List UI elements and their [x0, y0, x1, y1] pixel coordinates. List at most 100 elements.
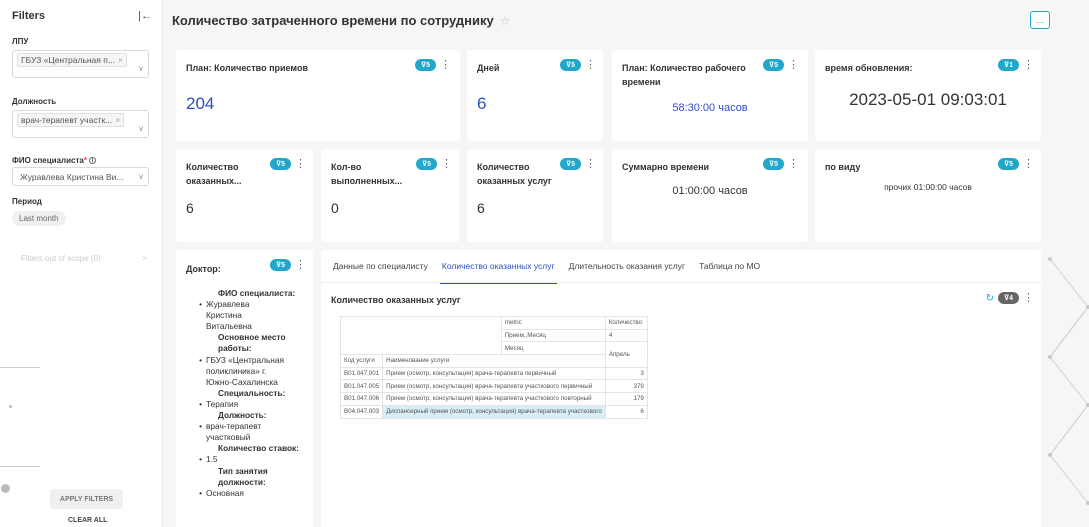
- page-title: Количество затраченного времени по сотру…: [172, 13, 511, 28]
- table-cell: Месяц: [500, 341, 606, 356]
- period-pill[interactable]: Last month: [12, 211, 66, 226]
- card-value: 01:00:00 часов: [672, 185, 748, 197]
- filter-badge[interactable]: ⊽ 5: [763, 158, 784, 170]
- more-icon[interactable]: ⋮: [1023, 159, 1034, 170]
- more-icon[interactable]: ⋮: [440, 60, 451, 71]
- doctor-details: ФИО специалиста: • Журавлева Кристина Витал…: [186, 288, 326, 499]
- table-cell: Прием (осмотр, консультация) врача-терап…: [382, 379, 606, 394]
- detail-value: • 1.5: [199, 454, 218, 465]
- filters-sidebar: Filters |← ЛПУ ГБУЗ «Центральная п... × ∨…: [0, 0, 163, 527]
- tab-specialist-data[interactable]: Данные по специалисту: [331, 258, 430, 284]
- collapse-sidebar-icon[interactable]: |←: [138, 10, 152, 22]
- filter-badge[interactable]: ⊽ 5: [270, 158, 291, 170]
- more-icon[interactable]: ⋮: [585, 159, 596, 170]
- table-cell: 4: [604, 328, 648, 343]
- sidebar-title: Filters: [12, 10, 46, 22]
- chart-title: Количество оказанных услуг: [331, 295, 461, 305]
- table-cell: B01.047.006: [339, 392, 384, 406]
- tab-services-count[interactable]: Количество оказанных услуг: [439, 258, 557, 284]
- filter-label-period: Период: [12, 197, 42, 206]
- table-cell: Прием (осмотр, консультация) врача-терап…: [382, 392, 606, 406]
- filter-badge[interactable]: ⊽ 5: [998, 158, 1019, 170]
- filters-out-of-scope[interactable]: Filters out of scope (0) >: [21, 254, 147, 263]
- filter-badge[interactable]: ⊽ 5: [560, 59, 581, 71]
- apply-filters-button[interactable]: APPLY FILTERS: [50, 489, 123, 509]
- more-icon[interactable]: ⋮: [585, 60, 596, 71]
- clear-all-button[interactable]: CLEAR ALL: [68, 517, 107, 524]
- more-icon[interactable]: ⋮: [295, 159, 306, 170]
- tab-mo-table[interactable]: Таблица по МО: [697, 258, 762, 284]
- detail-value: • врач-терапевт участковый: [199, 421, 262, 443]
- table-cell: B04.047.003: [339, 404, 384, 419]
- tab-services-duration[interactable]: Длительность оказания услуг: [567, 258, 687, 284]
- card-title: Доктор:: [186, 264, 221, 274]
- detail-value: • Журавлева Кристина Витальевна: [199, 299, 252, 332]
- table-cell: B01.047.001: [339, 366, 384, 381]
- filter-label-position: Должность: [12, 97, 57, 106]
- favorite-star-icon[interactable]: ☆: [500, 14, 511, 28]
- refresh-icon[interactable]: ↻: [986, 293, 994, 304]
- card-value: 58:30:00 часов: [672, 102, 748, 114]
- filter-badge[interactable]: ⊽ 5: [416, 158, 437, 170]
- lpu-select[interactable]: ГБУЗ «Центральная п... × ∨: [12, 50, 149, 78]
- chevron-down-icon: ∨: [138, 124, 144, 133]
- detail-heading: Должность:: [218, 410, 267, 421]
- filter-badge[interactable]: ⊽ 4: [998, 292, 1019, 304]
- info-icon[interactable]: i: [88, 157, 96, 165]
- table-row: B01.047.006 Прием (осмотр, консультация)…: [339, 392, 648, 406]
- filter-badge[interactable]: ⊽ 5: [270, 259, 291, 271]
- filter-badge[interactable]: ⊽ 5: [560, 158, 581, 170]
- card-value: 6: [477, 200, 485, 216]
- more-icon[interactable]: ⋮: [1023, 293, 1034, 304]
- position-select[interactable]: врач-терапевт участк... × ∨: [12, 110, 149, 138]
- position-tag[interactable]: врач-терапевт участк... ×: [17, 113, 125, 127]
- table-row: B01.047.001 Прием (осмотр, консультация)…: [339, 366, 648, 381]
- detail-heading: ФИО специалиста:: [218, 288, 296, 298]
- card-value: 6: [477, 94, 487, 113]
- specialist-select[interactable]: Журавлева Кристина Ви... ∨: [12, 167, 149, 186]
- detail-heading: Основное место работы:: [218, 332, 286, 354]
- table-header: Код услуги: [339, 354, 384, 368]
- table-cell: Количество: [604, 316, 648, 330]
- filter-badge[interactable]: ⊽ 5: [763, 59, 784, 71]
- card-plan-time: План: Количество рабочего времени ⊽ 5 ⋮ 58…: [612, 50, 808, 141]
- table-row: B01.047.005 Прием (осмотр, консультация)…: [339, 379, 648, 394]
- detail-value: • Терапия: [199, 398, 239, 409]
- card-rendered: Количество оказанных... ⊽ 5 ⋮ 6: [176, 149, 313, 242]
- card-title: Суммарно времени: [622, 162, 710, 172]
- card-plan-visits: План: Количество приемов ⊽ 5 ⋮ 204: [176, 50, 460, 141]
- more-icon[interactable]: ⋮: [441, 159, 452, 170]
- card-title: План: Количество рабочего времени: [622, 63, 746, 87]
- card-services: Количество оказанных услуг ⊽ 5 ⋮ 6: [467, 149, 603, 242]
- more-icon[interactable]: ⋮: [788, 159, 799, 170]
- decor-network: [1048, 257, 1089, 505]
- card-title: Кол-во выполненных...: [331, 162, 403, 186]
- card-value: 0: [331, 200, 339, 216]
- filter-label-specialist: ФИО специалиста* i: [12, 156, 96, 165]
- more-icon[interactable]: ⋮: [1023, 60, 1034, 71]
- filter-badge[interactable]: ⊽ 1: [998, 59, 1019, 71]
- detail-heading: Тип занятия должности:: [218, 465, 268, 487]
- detail-value: • ГБУЗ «Центральная поликлиника» г. Южно-Са…: [199, 354, 284, 387]
- card-title: Дней: [477, 63, 500, 73]
- lpu-tag[interactable]: ГБУЗ «Центральная п... ×: [17, 53, 127, 67]
- card-title: время обновления:: [825, 63, 913, 73]
- chevron-down-icon: ∨: [138, 64, 144, 73]
- card-title: План: Количество приемов: [186, 63, 309, 73]
- filter-badge[interactable]: ⊽ 5: [415, 59, 436, 71]
- table-cell: B01.047.005: [339, 379, 384, 394]
- sidebar-header: Filters |←: [12, 7, 152, 25]
- card-title: по виду: [825, 162, 861, 172]
- chevron-right-icon: >: [142, 254, 147, 263]
- table-cell: Прием (осмотр, консультация) врача-терап…: [382, 366, 606, 381]
- card-title: Количество оказанных...: [186, 162, 242, 186]
- table-header: Наименование услуги: [382, 354, 606, 368]
- decor-dot: [9, 405, 12, 408]
- more-icon[interactable]: ⋮: [295, 260, 306, 271]
- card-by-type: по виду ⊽ 5 ⋮ прочих 01:00:00 часов: [815, 149, 1041, 242]
- card-value: прочих 01:00:00 часов: [884, 182, 972, 192]
- table-cell: 179: [604, 392, 648, 406]
- more-actions-button[interactable]: ...: [1030, 11, 1050, 29]
- detail-heading: Количество ставок:: [218, 443, 299, 454]
- more-icon[interactable]: ⋮: [788, 60, 799, 71]
